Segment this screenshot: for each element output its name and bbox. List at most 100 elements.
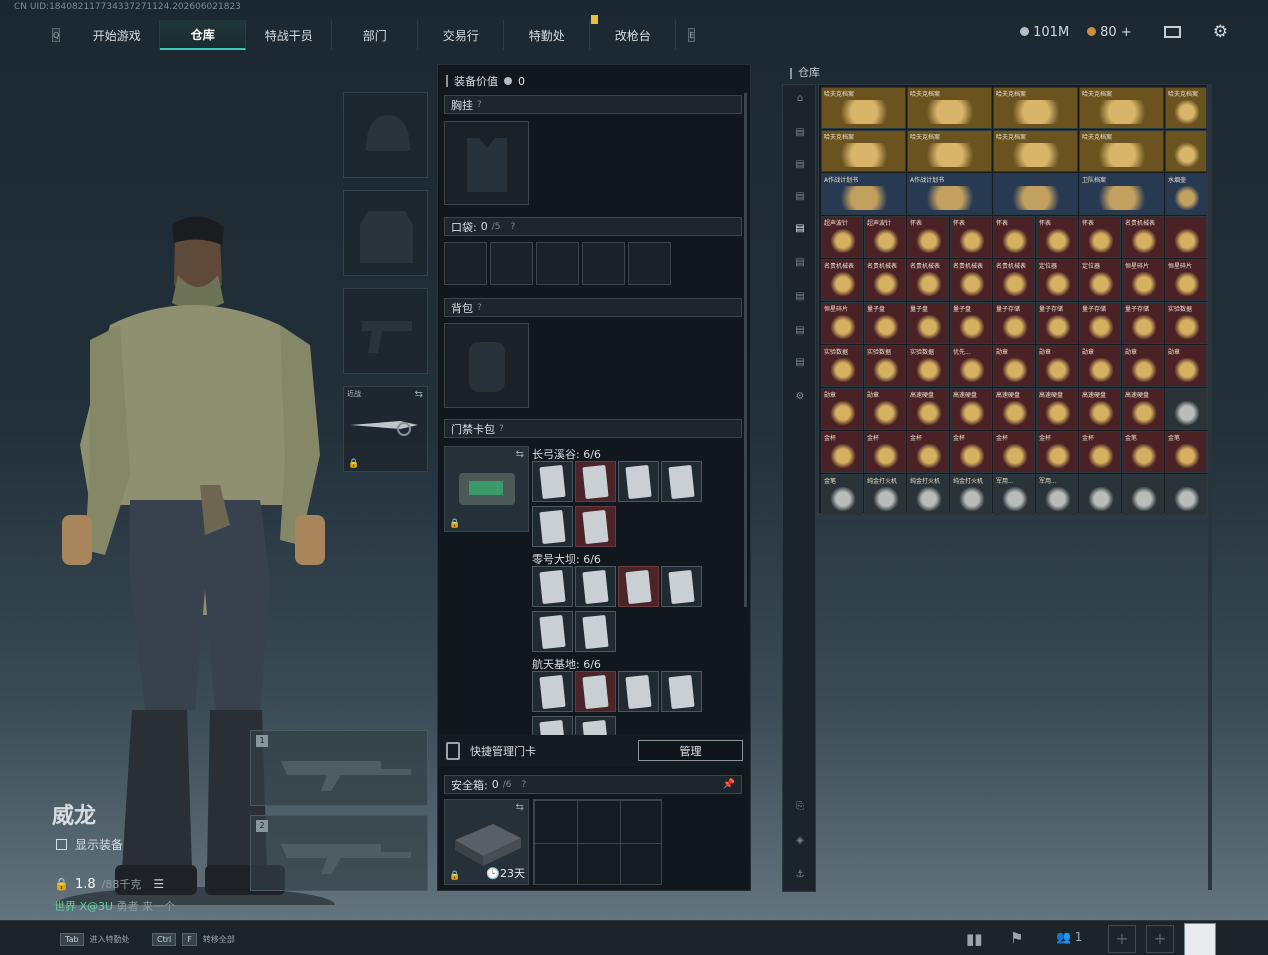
stash-item[interactable]: 名贵机械表 xyxy=(821,259,863,301)
stash-item[interactable]: 量子盘 xyxy=(907,302,949,344)
keycard-item[interactable] xyxy=(661,461,702,502)
stash-item[interactable]: 怀表 xyxy=(950,216,992,258)
stash-item[interactable]: 名贵机械表 xyxy=(950,259,992,301)
swap-icon[interactable]: ⇆ xyxy=(516,802,524,813)
keycard-item[interactable] xyxy=(618,671,659,712)
stash-item[interactable]: 怀表 xyxy=(1036,216,1078,258)
stash-item[interactable]: 实验数据 xyxy=(821,345,863,387)
settings-gear-icon[interactable]: ⚙ xyxy=(1213,22,1228,42)
stash-item[interactable]: 勋章 xyxy=(864,388,906,430)
stash-tab-icon[interactable]: ▤ xyxy=(790,325,810,341)
stash-item[interactable]: 哈夫克档案 xyxy=(821,130,906,172)
stash-item[interactable]: 量子存储 xyxy=(993,302,1035,344)
list-icon[interactable]: ☰ xyxy=(153,877,164,891)
stash-item[interactable]: 哈夫克档案 xyxy=(907,87,992,129)
stash-item[interactable]: 名贵机械表 xyxy=(1122,216,1164,258)
stash-item[interactable]: 优先... xyxy=(950,345,992,387)
stash-sort-icon[interactable]: ⚓ xyxy=(790,869,810,885)
keycard-item[interactable] xyxy=(532,566,573,607)
silver-currency[interactable]: 101M xyxy=(1020,25,1069,40)
stash-item[interactable]: 名贵机械表 xyxy=(907,259,949,301)
stash-item[interactable] xyxy=(1122,474,1164,516)
stash-item[interactable]: 金杯 xyxy=(864,431,906,473)
stash-item[interactable]: 名贵机械表 xyxy=(864,259,906,301)
stash-item[interactable]: 勋章 xyxy=(1079,345,1121,387)
stash-item[interactable]: 高速硬盘 xyxy=(907,388,949,430)
stash-item[interactable] xyxy=(1165,474,1207,516)
stash-item[interactable]: 哈夫克档案 xyxy=(1079,130,1164,172)
stash-item[interactable]: 量子存储 xyxy=(1036,302,1078,344)
stash-item[interactable]: 哈夫克档案 xyxy=(821,87,906,129)
stash-item[interactable]: 高速硬盘 xyxy=(1036,388,1078,430)
stash-item[interactable]: 金笔 xyxy=(821,474,863,516)
stash-item[interactable] xyxy=(1165,130,1207,172)
pocket-slot[interactable] xyxy=(444,242,487,285)
stash-item[interactable]: 高速硬盘 xyxy=(950,388,992,430)
keycard-item[interactable] xyxy=(575,461,616,502)
nav-tab[interactable]: 特勤处 xyxy=(504,20,591,50)
stash-item[interactable] xyxy=(1165,388,1207,430)
pocket-slot[interactable] xyxy=(628,242,671,285)
stash-item[interactable]: 金杯 xyxy=(993,431,1035,473)
flag-icon[interactable]: ⚑ xyxy=(1010,929,1023,947)
stash-item[interactable]: 恒星碎片 xyxy=(1165,259,1207,301)
nav-tab[interactable]: 改枪台 xyxy=(590,20,677,50)
stash-item[interactable]: 金杯 xyxy=(821,431,863,473)
help-icon[interactable]: ? xyxy=(510,222,515,232)
stash-tab-icon[interactable]: ▤ xyxy=(790,191,810,207)
stash-tab-icon[interactable]: ⌂ xyxy=(790,93,810,109)
stash-item[interactable]: 哈夫克档案 xyxy=(1079,87,1164,129)
stash-item[interactable]: 哈夫克档案 xyxy=(907,130,992,172)
keycard-item[interactable] xyxy=(532,461,573,502)
keycard-item[interactable] xyxy=(661,566,702,607)
transfer-all-hint[interactable]: Ctrl F 转移全部 xyxy=(152,933,235,946)
stash-item[interactable]: 勋章 xyxy=(821,388,863,430)
stash-item[interactable]: 高速硬盘 xyxy=(1122,388,1164,430)
stash-tab-icon[interactable]: ▤ xyxy=(790,127,810,143)
backpack-slot[interactable] xyxy=(444,323,529,408)
stash-item[interactable] xyxy=(1165,216,1207,258)
nav-tab[interactable]: 部门 xyxy=(332,20,419,50)
keycard-item[interactable] xyxy=(618,566,659,607)
show-equipment-toggle[interactable]: 显示装备 xyxy=(56,836,123,853)
keycard-case-slot[interactable]: ⇆ 🔒 xyxy=(444,446,529,532)
pocket-slot[interactable] xyxy=(582,242,625,285)
gold-currency[interactable]: 80 + xyxy=(1087,25,1132,40)
secondary-weapon-slot[interactable]: 2 xyxy=(250,815,428,891)
add-slot-button[interactable]: + xyxy=(1108,925,1136,953)
keycard-item[interactable] xyxy=(575,611,616,652)
scrollbar[interactable] xyxy=(744,93,747,607)
stash-item[interactable]: 哈夫克档案 xyxy=(993,130,1078,172)
stash-item[interactable]: 哈夫克档案 xyxy=(1165,87,1207,129)
stash-item[interactable]: 金笔 xyxy=(1165,431,1207,473)
stash-filter-icon[interactable]: ⎘ xyxy=(790,801,810,817)
stash-item[interactable]: 怀表 xyxy=(907,216,949,258)
stash-item[interactable]: 量子盘 xyxy=(864,302,906,344)
stash-item[interactable]: 金杯 xyxy=(1079,431,1121,473)
stash-item[interactable] xyxy=(1079,474,1121,516)
keycard-item[interactable] xyxy=(661,671,702,712)
stash-item[interactable]: 勋章 xyxy=(1122,345,1164,387)
armor-slot[interactable] xyxy=(343,190,428,276)
helmet-slot[interactable] xyxy=(343,92,428,178)
checkbox[interactable] xyxy=(56,839,67,850)
stash-item[interactable]: 纯金打火机 xyxy=(864,474,906,516)
manage-button[interactable]: 管理 xyxy=(638,740,743,761)
keycard-item[interactable] xyxy=(575,506,616,547)
stash-item[interactable]: A作战计划书 xyxy=(821,173,906,215)
stash-item[interactable]: 量子存储 xyxy=(1079,302,1121,344)
stash-item[interactable] xyxy=(993,173,1078,215)
chest-rig-slot[interactable] xyxy=(444,121,529,205)
keycard-item[interactable] xyxy=(532,671,573,712)
nav-tab[interactable]: 仓库 xyxy=(160,20,247,50)
mail-icon[interactable] xyxy=(1163,26,1181,38)
stash-layers-icon[interactable]: ◈ xyxy=(790,835,810,851)
stash-tab-icon[interactable]: ▤ xyxy=(790,159,810,175)
nav-tab[interactable]: 交易行 xyxy=(418,20,505,50)
stash-item[interactable]: 恒星碎片 xyxy=(821,302,863,344)
stash-item[interactable]: 超声波针 xyxy=(821,216,863,258)
keycard-item[interactable] xyxy=(618,461,659,502)
keycard-item[interactable] xyxy=(575,566,616,607)
nav-tab[interactable]: 开始游戏 xyxy=(74,20,161,50)
help-icon[interactable]: ? xyxy=(499,424,504,434)
